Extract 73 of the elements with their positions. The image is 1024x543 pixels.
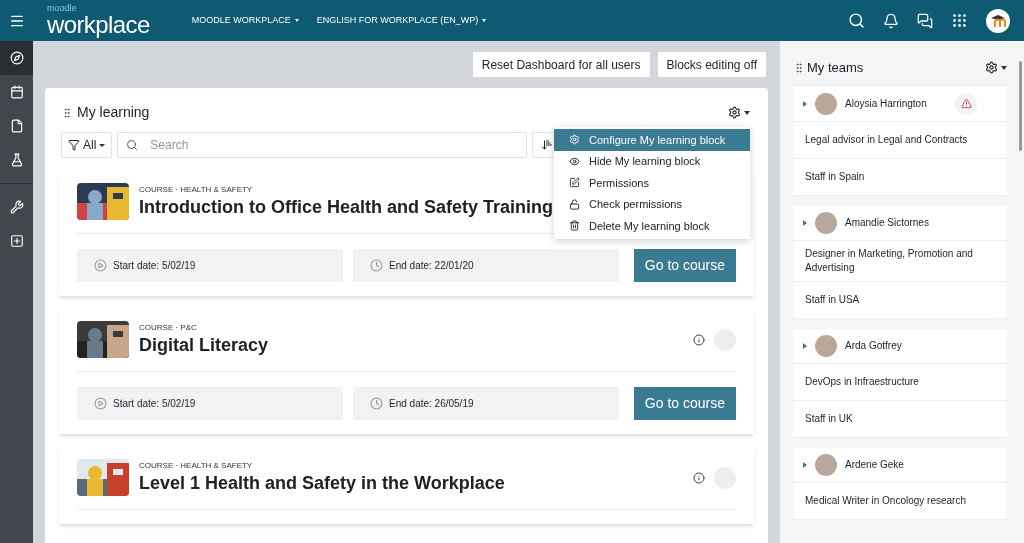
avatar — [815, 334, 837, 357]
warning-icon — [955, 92, 977, 115]
block-title: My learning — [77, 103, 150, 122]
search-icon — [126, 139, 139, 151]
graduation-cap-icon — [990, 14, 1006, 27]
go-to-course-button[interactable]: Go to course — [633, 387, 736, 420]
lock-icon — [569, 198, 580, 210]
course-category: COURSE · HEALTH & SAFETY — [139, 460, 254, 473]
expand-caret-icon — [803, 219, 807, 226]
menu-item[interactable]: Configure My learning block — [554, 129, 750, 151]
expand-caret-icon — [803, 461, 807, 468]
start-date: Start date: 5/02/19 — [113, 397, 196, 411]
team-member-name[interactable]: Arda Gotfrey — [845, 338, 902, 353]
eye-icon — [569, 155, 580, 167]
clock-icon — [370, 259, 383, 272]
edit-icon — [569, 177, 580, 189]
course-title[interactable]: Digital Literacy — [139, 334, 269, 357]
menu-item[interactable]: Delete My learning block — [554, 215, 750, 237]
play-icon — [94, 259, 107, 272]
end-date: End date: 26/05/19 — [389, 397, 474, 411]
team-detail: Staff in Spain — [805, 169, 865, 184]
menu-item[interactable]: Permissions — [554, 172, 750, 194]
info-icon — [693, 471, 705, 484]
header-menu[interactable]: ENGLISH FOR WORKPLACE (EN_WP) — [316, 13, 487, 28]
user-avatar[interactable] — [986, 8, 1010, 33]
dashboard-button[interactable]: Blocks editing off — [657, 52, 766, 77]
drag-handle-icon — [61, 106, 73, 119]
block-title: My teams — [807, 59, 864, 77]
expand-caret-icon — [803, 342, 807, 349]
dashboard-button[interactable]: Reset Dashboard for all users — [472, 52, 650, 77]
team-detail: Designer in Marketing, Promotion and Advertising — [805, 246, 974, 275]
course-title[interactable]: Introduction to Office Health and Safety Training — [139, 196, 554, 219]
course-category: COURSE · P&C — [139, 322, 198, 335]
team-detail: Medical Writer in Oncology research — [805, 493, 966, 508]
info-icon — [693, 333, 705, 346]
team-detail: Staff in UK — [805, 411, 853, 426]
avatar — [815, 92, 837, 115]
end-date: End date: 22/01/20 — [389, 259, 474, 273]
settings-icon[interactable] — [728, 106, 750, 119]
bell-icon[interactable] — [883, 12, 899, 29]
filter-icon — [68, 139, 80, 151]
trash-icon — [569, 220, 580, 232]
clock-icon — [370, 397, 383, 410]
drag-handle-icon — [793, 61, 805, 74]
menu-item[interactable]: Hide My learning block — [554, 150, 750, 172]
compass-icon[interactable] — [0, 41, 33, 75]
team-detail: DevOps in Infraestructure — [805, 374, 919, 389]
team-detail: Staff in USA — [805, 292, 860, 307]
settings-icon[interactable] — [985, 61, 1007, 75]
sort-icon — [541, 139, 554, 151]
team-detail: Legal advisor in Legal and Contracts — [805, 132, 968, 147]
start-date: Start date: 5/02/19 — [113, 259, 196, 273]
team-member-name[interactable]: Amandie Sictornes — [845, 215, 929, 230]
search-icon[interactable] — [848, 12, 865, 29]
go-to-course-button[interactable]: Go to course — [633, 249, 736, 282]
chat-icon[interactable] — [917, 12, 933, 29]
expand-caret-icon — [803, 100, 807, 107]
caret-icon — [482, 19, 487, 22]
avatar — [815, 211, 837, 234]
search-field[interactable]: Search — [117, 132, 528, 158]
menu-item[interactable]: Check permissions — [554, 193, 750, 215]
caret-icon — [294, 19, 299, 22]
header-menu[interactable]: MOODLE WORKPLACE — [191, 13, 299, 28]
logo[interactable]: moodle workplace — [47, 4, 150, 37]
team-member-name[interactable]: Aloysia Harrington — [845, 96, 927, 111]
gear-icon — [569, 134, 580, 146]
filter-dropdown[interactable]: All — [61, 132, 113, 158]
avatar — [815, 453, 837, 476]
course-category: COURSE · HEALTH & SAFETY — [139, 184, 254, 197]
play-icon — [94, 397, 107, 410]
apps-grid-icon[interactable] — [951, 12, 968, 29]
course-title[interactable]: Level 1 Health and Safety in the Workplace — [139, 472, 505, 495]
team-member-name[interactable]: Ardene Geke — [845, 457, 904, 472]
